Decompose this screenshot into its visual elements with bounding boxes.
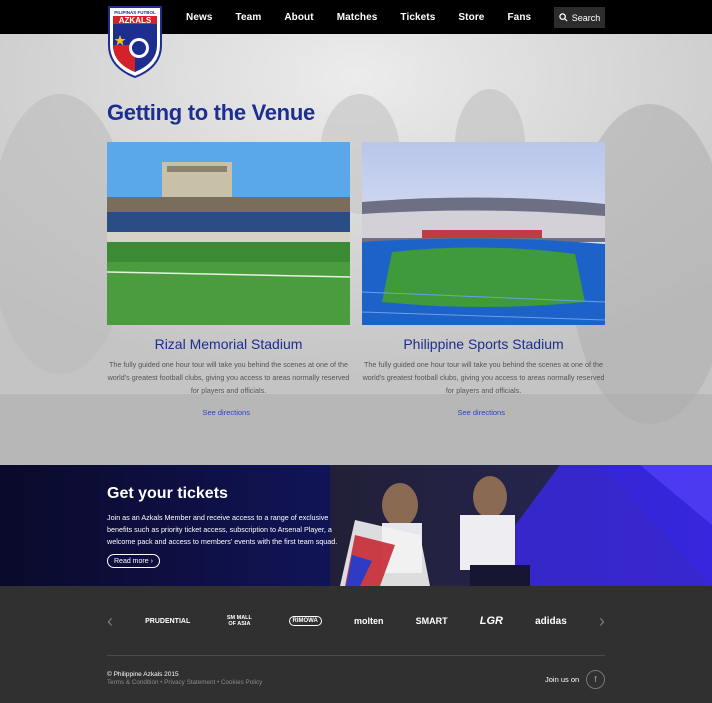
tickets-text: Join as an Azkals Member and receive acc… <box>107 513 338 546</box>
nav-team[interactable]: Team <box>236 12 262 23</box>
cookies-link[interactable]: Cookies Policy <box>221 679 262 686</box>
sponsor-smart[interactable]: SMART <box>416 616 448 626</box>
sponsor-molten[interactable]: molten <box>354 616 384 626</box>
chevron-right-icon[interactable]: › <box>599 611 605 632</box>
sponsor-adidas[interactable]: adidas <box>535 616 567 627</box>
rizal-stadium-image[interactable] <box>107 142 350 325</box>
tickets-banner: Get your tickets Join as an Azkals Membe… <box>0 465 712 586</box>
nav-store[interactable]: Store <box>458 12 484 23</box>
philippine-sports-stadium-text: The fully guided one hour tour will take… <box>362 360 605 395</box>
terms-link[interactable]: Terms & Condition <box>107 679 158 686</box>
privacy-link[interactable]: Privacy Statement <box>164 679 215 686</box>
philippine-sports-stadium-title: Philippine Sports Stadium <box>403 336 564 352</box>
search-label: Search <box>571 12 601 23</box>
philippine-sports-stadium-image[interactable] <box>362 142 605 325</box>
copyright: © Philippine Azkals 2015 <box>107 671 179 678</box>
sponsor-lgr[interactable]: LGR <box>480 615 503 627</box>
nav-fans[interactable]: Fans <box>507 12 531 23</box>
logo-name: AZKALS <box>119 16 152 25</box>
rizal-directions-label: See directions <box>202 408 250 417</box>
read-more-label: Read more <box>114 557 149 565</box>
venue-card-philippine-sports: Philippine Sports Stadium The fully guid… <box>362 142 605 417</box>
nav-news[interactable]: News <box>186 12 213 23</box>
venue-section: Getting to the Venue Rizal Memorial Stad… <box>0 34 712 465</box>
chevron-left-icon[interactable]: ‹ <box>107 611 113 632</box>
footer-divider <box>107 655 605 656</box>
legal-links: Terms & Condition • Privacy Statement • … <box>107 679 263 686</box>
main-nav: News Team About Matches Tickets Store Fa… <box>186 0 554 34</box>
chevron-right-icon: › <box>507 408 510 417</box>
chevron-right-icon: › <box>150 557 153 565</box>
logo-top-text: PILIPINAS FUTBOL <box>114 10 156 15</box>
nav-matches[interactable]: Matches <box>337 12 378 23</box>
rizal-stadium-text: The fully guided one hour tour will take… <box>107 360 350 395</box>
rizal-stadium-title: Rizal Memorial Stadium <box>154 336 303 352</box>
sponsor-carousel: ‹ PRUDENTIAL SM MALL OF ASIA RIMOWA molt… <box>107 608 605 634</box>
tickets-title: Get your tickets <box>107 485 228 502</box>
philippine-sports-directions-link[interactable]: See directions › <box>362 408 605 417</box>
read-more-button[interactable]: Read more › <box>107 554 160 568</box>
rizal-directions-link[interactable]: See directions › <box>107 408 350 417</box>
venue-card-rizal: Rizal Memorial Stadium The fully guided … <box>107 142 350 417</box>
nav-about[interactable]: About <box>284 12 313 23</box>
sponsor-sm-mall-of-asia[interactable]: SM MALL OF ASIA <box>222 615 256 627</box>
venue-title: Getting to the Venue <box>107 100 315 125</box>
azkals-logo[interactable]: PILIPINAS FUTBOL AZKALS <box>106 5 164 79</box>
philippine-sports-directions-label: See directions <box>457 408 505 417</box>
chevron-right-icon: › <box>252 408 255 417</box>
footer: ‹ PRUDENTIAL SM MALL OF ASIA RIMOWA molt… <box>0 586 712 703</box>
search-button[interactable]: Search <box>554 7 605 28</box>
sponsor-rimowa[interactable]: RIMOWA <box>288 616 322 626</box>
facebook-icon[interactable]: f <box>586 670 605 689</box>
sponsor-prudential[interactable]: PRUDENTIAL <box>145 618 190 625</box>
nav-tickets[interactable]: Tickets <box>400 12 435 23</box>
search-icon <box>559 13 568 22</box>
join-us-label: Join us on <box>545 675 580 684</box>
